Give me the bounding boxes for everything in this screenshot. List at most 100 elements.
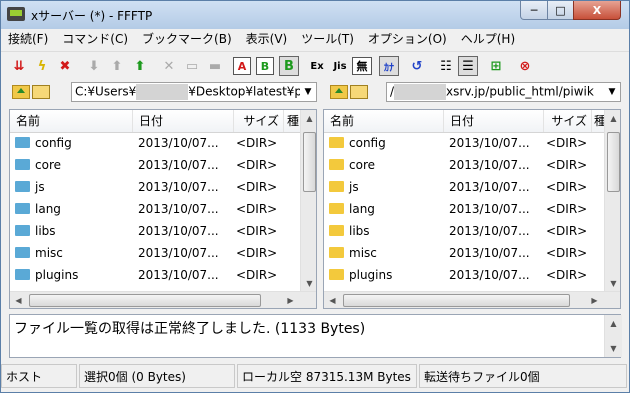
ascii-mode-button[interactable]: A — [233, 57, 251, 75]
remote-col-date[interactable]: 日付 — [444, 110, 544, 132]
mkdir-icon[interactable]: ▬ — [204, 55, 226, 77]
scroll-down-icon[interactable]: ▼ — [605, 275, 620, 292]
file-size: <DIR> — [546, 268, 588, 282]
file-row[interactable]: misc 2013/10/07... <DIR> — [10, 242, 300, 264]
local-open-folder-icon[interactable] — [31, 83, 51, 101]
connect-icon[interactable]: ⇊ — [8, 55, 30, 77]
file-name: lang — [35, 202, 61, 216]
local-col-date[interactable]: 日付 — [133, 110, 234, 132]
menu-view[interactable]: 表示(V) — [239, 29, 295, 50]
ffftp-app-icon — [7, 7, 25, 21]
file-row[interactable]: js 2013/10/07... <DIR> — [324, 176, 604, 198]
stop-icon[interactable]: ⊗ — [514, 55, 536, 77]
scroll-right-icon[interactable]: ▶ — [282, 292, 299, 308]
remote-file-list[interactable]: 名前 日付 サイズ 種 config 2013/10/07... <DIR> core… — [323, 109, 621, 309]
menu-bookmark[interactable]: ブックマーク(B) — [135, 29, 239, 50]
menu-connect[interactable]: 接続(F) — [1, 29, 55, 50]
menu-help[interactable]: ヘルプ(H) — [454, 29, 522, 50]
scroll-right-icon[interactable]: ▶ — [586, 292, 603, 308]
delete-icon[interactable]: ✕ — [158, 55, 180, 77]
file-row[interactable]: plugins 2013/10/07... <DIR> — [10, 264, 300, 286]
scroll-thumb[interactable] — [607, 132, 620, 192]
refresh-icon[interactable]: ↺ — [406, 55, 428, 77]
file-row[interactable]: config 2013/10/07... <DIR> — [10, 132, 300, 154]
disconnect-icon[interactable]: ✖ — [54, 55, 76, 77]
local-parent-folder-icon[interactable] — [11, 83, 31, 101]
tree-icon[interactable]: ⊞ — [485, 55, 507, 77]
quick-connect-icon[interactable]: ϟ — [31, 55, 53, 77]
local-col-type[interactable]: 種 — [284, 110, 301, 132]
log-vertical-scrollbar[interactable]: ▲ ▼ — [604, 315, 622, 357]
local-horizontal-scrollbar[interactable]: ◀ ▶ — [10, 291, 316, 308]
menu-tools[interactable]: ツール(T) — [294, 29, 361, 50]
download-icon[interactable]: ⬇ — [83, 55, 105, 77]
rename-icon[interactable]: ▭ — [181, 55, 203, 77]
scroll-thumb[interactable] — [29, 294, 261, 307]
file-row[interactable]: lang 2013/10/07... <DIR> — [10, 198, 300, 220]
upload-icon[interactable]: ⬆ — [106, 55, 128, 77]
file-size: <DIR> — [236, 202, 278, 216]
detail-view-icon[interactable]: ☰ — [458, 56, 478, 76]
file-row[interactable]: misc 2013/10/07... <DIR> — [324, 242, 604, 264]
menu-command[interactable]: コマンド(C) — [55, 29, 135, 50]
auto-mode-button[interactable]: B — [279, 56, 299, 76]
binary-mode-button[interactable]: B — [256, 57, 274, 75]
remote-parent-folder-icon[interactable] — [329, 83, 349, 101]
no-conversion-button[interactable]: 無 — [352, 57, 372, 75]
local-file-list[interactable]: 名前 日付 サイズ 種 config 2013/10/07... <DIR> core… — [9, 109, 317, 309]
local-path-combo[interactable]: C:¥Users¥ ¥Desktop¥latest¥piwik ▼ — [71, 82, 317, 102]
list-view-icon[interactable]: ☷ — [435, 55, 457, 77]
redacted-hostname — [394, 84, 447, 100]
log-panel[interactable]: ファイル一覧の取得は正常終了しました. (1133 Bytes) ▲ ▼ — [9, 314, 622, 358]
scroll-left-icon[interactable]: ◀ — [10, 292, 27, 308]
menu-bar: 接続(F) コマンド(C) ブックマーク(B) 表示(V) ツール(T) オプシ… — [1, 29, 629, 50]
file-row[interactable]: libs 2013/10/07... <DIR> — [10, 220, 300, 242]
chevron-down-icon[interactable]: ▼ — [300, 87, 316, 97]
file-row[interactable]: core 2013/10/07... <DIR> — [324, 154, 604, 176]
file-row[interactable]: core 2013/10/07... <DIR> — [10, 154, 300, 176]
file-row[interactable]: js 2013/10/07... <DIR> — [10, 176, 300, 198]
remote-vertical-scrollbar[interactable]: ▲ ▼ — [604, 110, 620, 292]
file-name-cell: plugins — [10, 268, 133, 282]
file-row[interactable]: config 2013/10/07... <DIR> — [324, 132, 604, 154]
remote-col-size[interactable]: サイズ — [544, 110, 592, 132]
scroll-down-icon[interactable]: ▼ — [605, 340, 622, 357]
file-row[interactable]: plugins 2013/10/07... <DIR> — [324, 264, 604, 286]
file-size: <DIR> — [236, 158, 278, 172]
scroll-up-icon[interactable]: ▲ — [605, 315, 622, 332]
file-row[interactable]: libs 2013/10/07... <DIR> — [324, 220, 604, 242]
menu-options[interactable]: オプション(O) — [361, 29, 454, 50]
chevron-down-icon[interactable]: ▼ — [604, 87, 620, 97]
close-button[interactable]: X — [573, 1, 621, 20]
remote-open-folder-icon[interactable] — [349, 83, 369, 101]
file-name-cell: core — [324, 158, 444, 172]
remote-horizontal-scrollbar[interactable]: ◀ ▶ — [324, 291, 620, 308]
file-size: <DIR> — [546, 202, 588, 216]
local-col-name[interactable]: 名前 — [10, 110, 133, 132]
jis-conversion-button[interactable]: Jis — [329, 55, 351, 77]
minimize-button[interactable]: ─ — [520, 1, 548, 20]
remote-path-combo[interactable]: / xsrv.jp/public_html/piwik ▼ — [386, 82, 621, 102]
scroll-thumb[interactable] — [303, 132, 316, 192]
folder-icon — [329, 247, 344, 258]
file-row[interactable]: lang 2013/10/07... <DIR> — [324, 198, 604, 220]
file-date: 2013/10/07... — [449, 268, 530, 282]
file-name-cell: libs — [324, 224, 444, 238]
maximize-button[interactable]: □ — [547, 1, 574, 20]
scroll-left-icon[interactable]: ◀ — [324, 292, 341, 308]
file-name-cell: js — [324, 180, 444, 194]
scroll-up-icon[interactable]: ▲ — [605, 110, 620, 127]
local-vertical-scrollbar[interactable]: ▲ ▼ — [300, 110, 316, 292]
remote-col-name[interactable]: 名前 — [324, 110, 444, 132]
local-col-size[interactable]: サイズ — [234, 110, 284, 132]
file-size: <DIR> — [236, 268, 278, 282]
scroll-up-icon[interactable]: ▲ — [301, 110, 316, 127]
scroll-thumb[interactable] — [343, 294, 570, 307]
mirror-upload-icon[interactable]: ⬆ — [129, 55, 151, 77]
euc-conversion-button[interactable]: Ex — [306, 55, 328, 77]
scroll-down-icon[interactable]: ▼ — [301, 275, 316, 292]
local-path-suffix: ¥Desktop¥latest¥piwik — [188, 84, 300, 99]
ffftp-window: xサーバー (*) - FFFTP ─ □ X 接続(F) コマンド(C) ブッ… — [0, 0, 630, 393]
title-bar[interactable]: xサーバー (*) - FFFTP ─ □ X — [1, 1, 629, 29]
kana-conversion-button[interactable]: ｶﾅ — [379, 56, 399, 76]
